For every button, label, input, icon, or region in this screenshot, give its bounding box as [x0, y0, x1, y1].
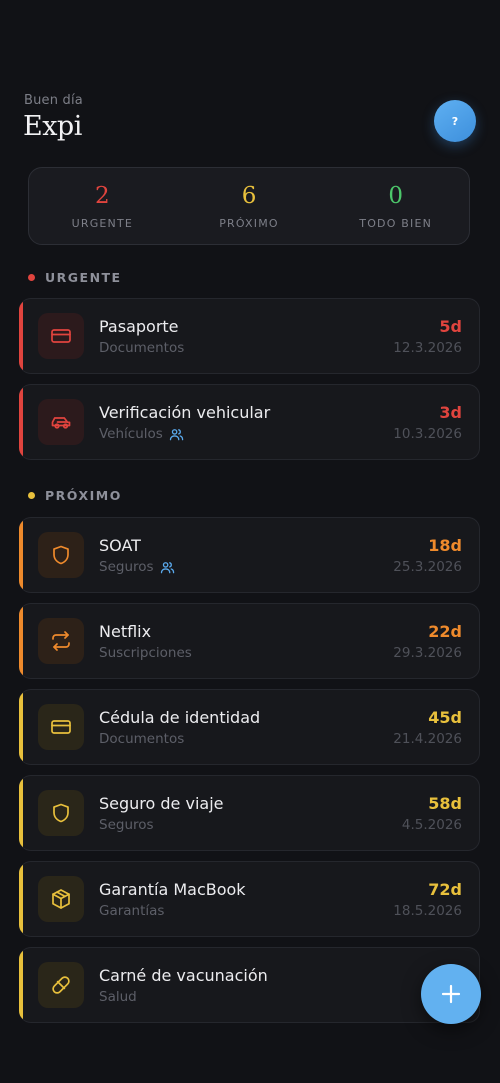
days-remaining: 58d [428, 794, 462, 813]
item-category: Vehículos [99, 426, 163, 442]
days-remaining: 72d [428, 880, 462, 899]
urgency-stripe [19, 690, 23, 764]
app-title: Expi [23, 111, 82, 142]
urgency-stripe [19, 862, 23, 936]
item-category-row: Seguros [99, 559, 175, 575]
days-remaining: 5d [439, 317, 462, 336]
section-urgent-header: URGENTE [28, 270, 122, 285]
help-label: ? [451, 114, 459, 128]
item-card[interactable]: Verificación vehicular Vehículos 3d 10.3.20… [19, 384, 480, 460]
pill-icon [52, 976, 70, 994]
due-date: 21.4.2026 [393, 731, 462, 747]
item-name: Netflix [99, 622, 152, 641]
section-urgent-label: URGENTE [45, 270, 122, 285]
item-name: Seguro de viaje [99, 794, 224, 813]
item-name: Garantía MacBook [99, 880, 246, 899]
ok-label: TODO BIEN [359, 217, 433, 230]
item-card[interactable]: Pasaporte Documentos 5d 12.3.2026 [19, 298, 480, 374]
item-category: Salud [99, 989, 137, 1005]
item-category-row: Vehículos [99, 426, 184, 442]
item-category-row: Garantías [99, 903, 164, 919]
urgent-dot [28, 274, 35, 281]
item-category: Suscripciones [99, 645, 192, 661]
item-card[interactable]: Netflix Suscripciones 22d 29.3.2026 [19, 603, 480, 679]
urgency-stripe [19, 299, 23, 373]
item-card[interactable]: Seguro de viaje Seguros 58d 4.5.2026 [19, 775, 480, 851]
item-card[interactable]: Cédula de identidad Documentos 45d 21.4.202… [19, 689, 480, 765]
greeting: Buen día [24, 93, 83, 108]
urgent-label: URGENTE [71, 217, 134, 230]
summary-urgent[interactable]: 2 URGENTE [29, 168, 176, 244]
days-remaining: 18d [428, 536, 462, 555]
repeat-icon [52, 631, 70, 651]
shared-users-icon [160, 561, 174, 573]
item-icon-box [38, 618, 84, 664]
car-icon [51, 417, 71, 429]
item-name: Cédula de identidad [99, 708, 261, 727]
item-card[interactable]: SOAT Seguros 18d 25.3.2026 [19, 517, 480, 593]
upcoming-dot [28, 492, 35, 499]
urgency-stripe [19, 776, 23, 850]
summary-ok[interactable]: 0 TODO BIEN [322, 168, 469, 244]
section-upcoming-header: PRÓXIMO [28, 488, 122, 503]
card-icon [51, 329, 71, 343]
upcoming-count: 6 [241, 183, 257, 209]
plus-icon [441, 984, 461, 1004]
summary-upcoming[interactable]: 6 PRÓXIMO [176, 168, 323, 244]
urgency-stripe [19, 604, 23, 678]
item-icon-box [38, 790, 84, 836]
days-remaining: 3d [439, 403, 462, 422]
add-item-button[interactable] [421, 964, 481, 1024]
shield-icon [53, 803, 69, 823]
item-category-row: Suscripciones [99, 645, 192, 661]
shared-users-icon [169, 428, 184, 440]
item-category-row: Documentos [99, 340, 184, 356]
item-icon-box [38, 532, 84, 578]
upcoming-label: PRÓXIMO [219, 217, 279, 230]
item-category: Seguros [99, 817, 154, 833]
days-remaining: 45d [428, 708, 462, 727]
help-button[interactable]: ? [434, 100, 476, 142]
item-name: Pasaporte [99, 317, 179, 336]
item-category: Garantías [99, 903, 165, 919]
item-category-row: Documentos [99, 731, 184, 747]
item-card[interactable]: Carné de vacunaciónSalud31.5 [19, 947, 480, 1023]
due-date: 25.3.2026 [393, 559, 462, 575]
summary-panel: 2 URGENTE 6 PRÓXIMO 0 TODO BIEN [28, 167, 470, 245]
due-date: 29.3.2026 [393, 645, 462, 661]
due-date: 4.5.2026 [401, 817, 462, 833]
item-card[interactable]: Garantía MacBook Garantías 72d 18.5.2026 [19, 861, 480, 937]
urgent-count: 2 [95, 183, 110, 209]
item-category-row: Seguros [99, 817, 154, 833]
item-category: Seguros [99, 559, 154, 575]
item-category-row: Salud [99, 989, 137, 1005]
item-category: Documentos [99, 340, 185, 356]
item-icon-box [38, 313, 84, 359]
urgency-stripe [19, 518, 23, 592]
item-icon-box [38, 962, 84, 1008]
due-date: 18.5.2026 [393, 903, 462, 919]
urgency-stripe [19, 948, 23, 1022]
item-icon-box [38, 399, 84, 445]
card-icon [51, 720, 71, 734]
due-date: 12.3.2026 [393, 340, 462, 356]
section-upcoming-label: PRÓXIMO [45, 488, 122, 503]
days-remaining: 22d [428, 622, 462, 641]
item-icon-box [38, 876, 84, 922]
shield-icon [53, 545, 69, 565]
item-category: Documentos [99, 731, 185, 747]
urgency-stripe [19, 385, 23, 459]
ok-count: 0 [388, 183, 403, 209]
due-date: 10.3.2026 [393, 426, 462, 442]
item-name: Verificación vehicular [99, 403, 271, 422]
item-icon-box [38, 704, 84, 750]
item-name: Carné de vacunación [99, 966, 268, 985]
box-icon [52, 889, 70, 909]
item-name: SOAT [99, 536, 141, 555]
